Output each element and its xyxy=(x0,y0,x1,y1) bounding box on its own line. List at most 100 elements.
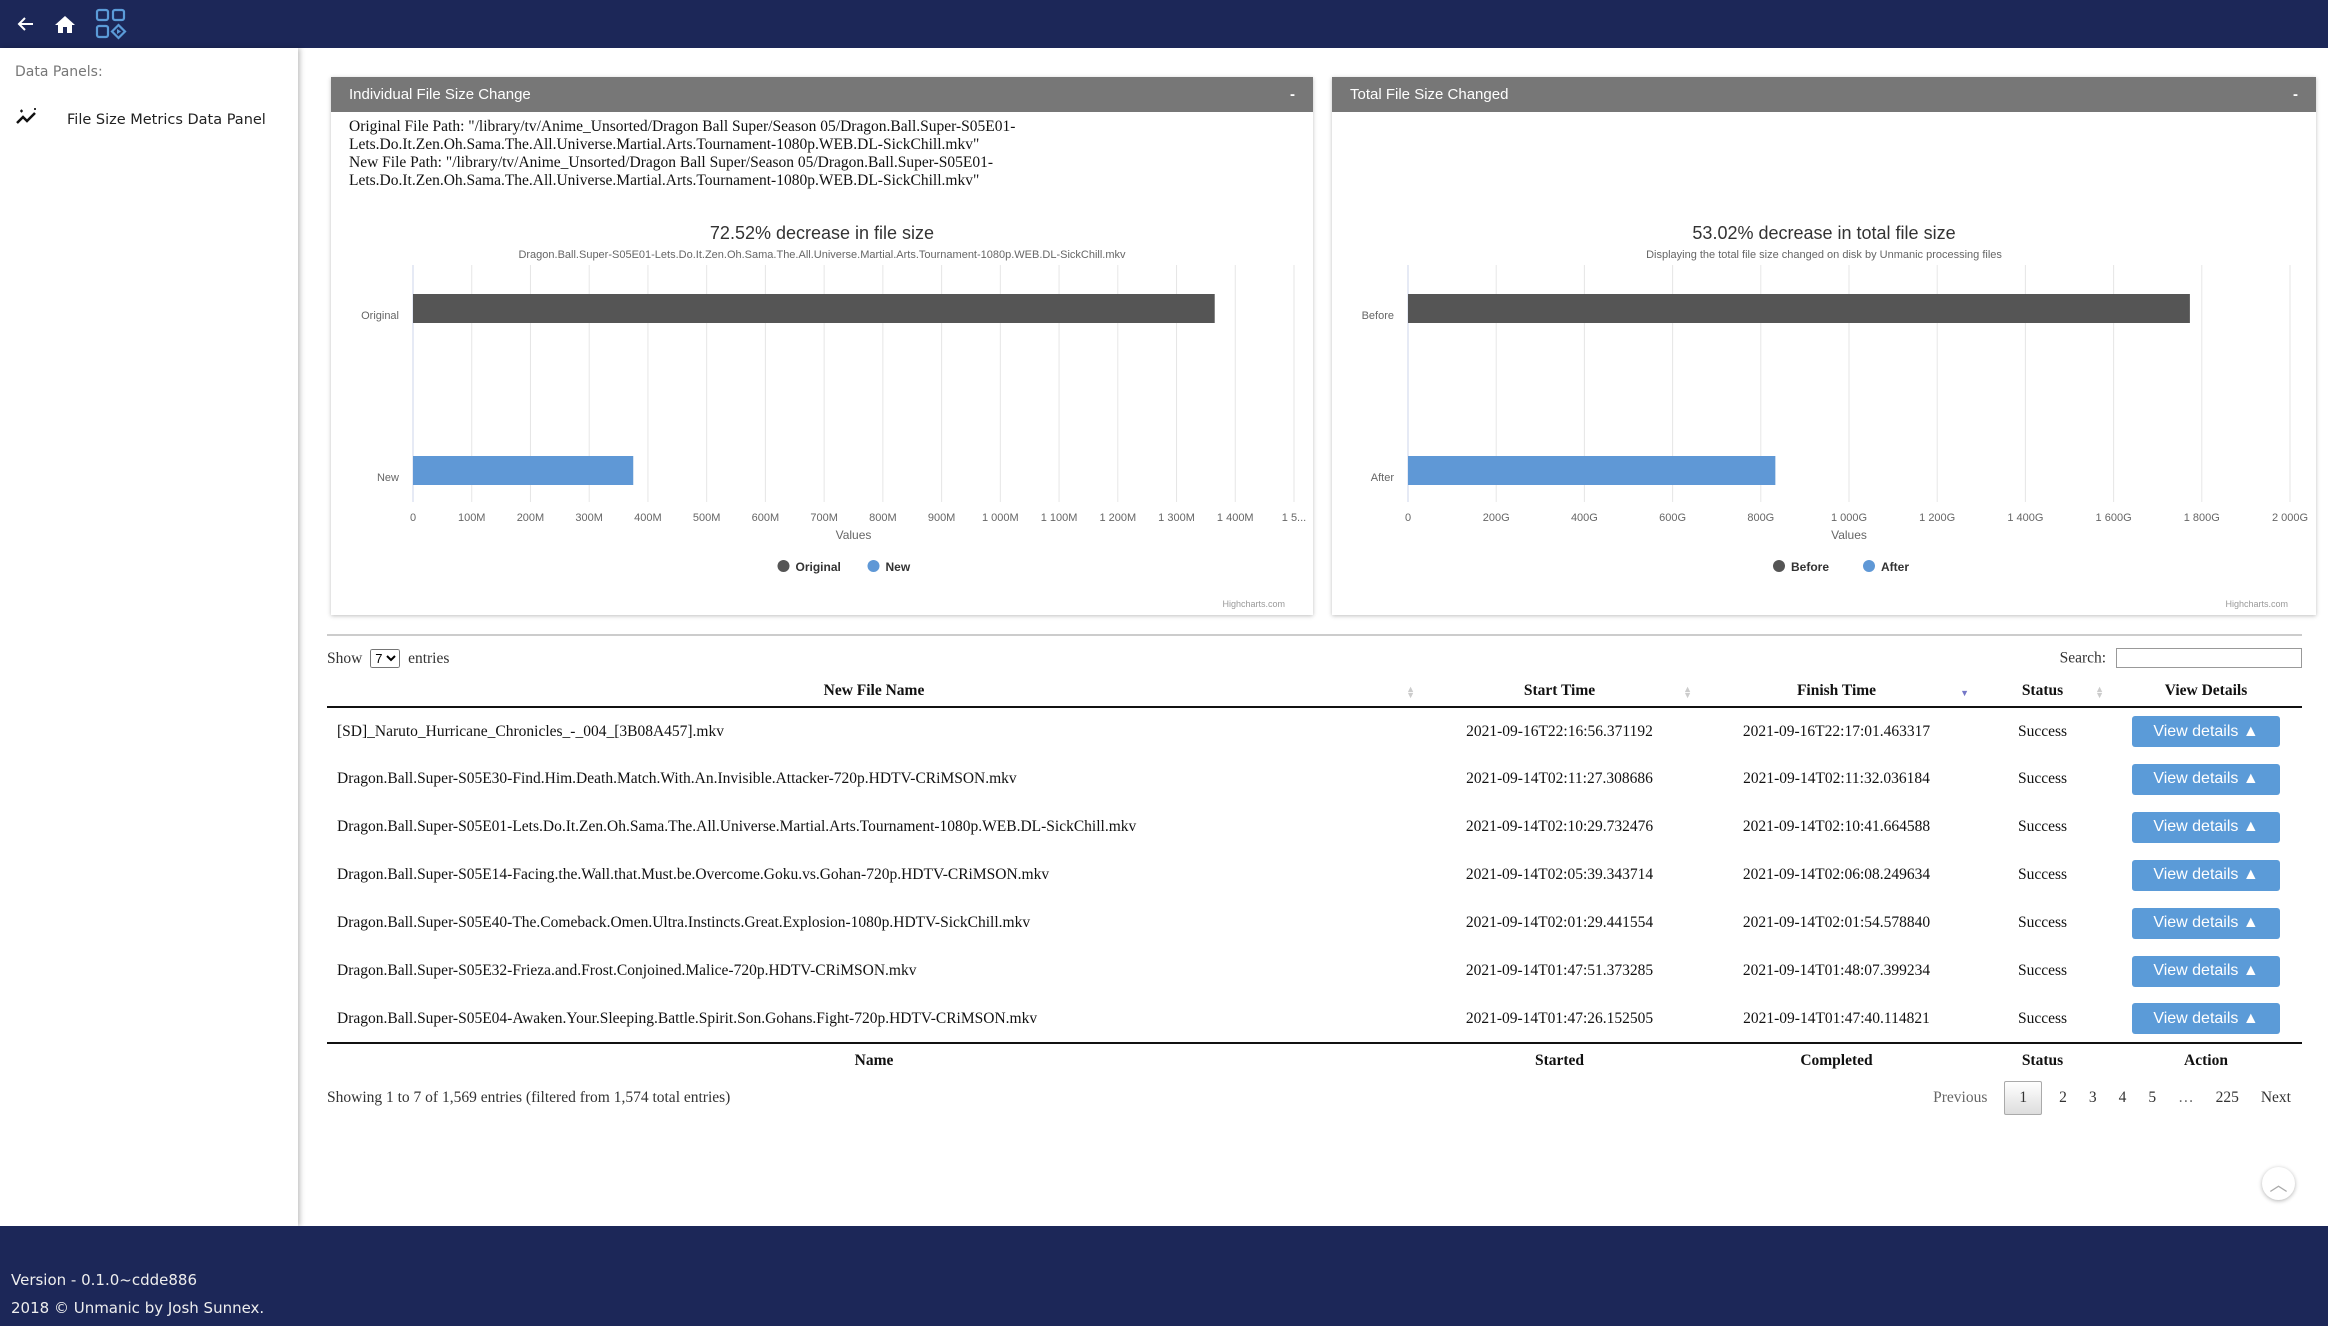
scroll-to-top-button[interactable]: ︿ xyxy=(2262,1167,2295,1200)
x-tick-label: 1 5... xyxy=(1282,512,1306,524)
bar-original[interactable] xyxy=(413,294,1215,323)
page-length-select[interactable]: 7 xyxy=(370,648,401,668)
legend-marker xyxy=(867,560,880,572)
total-file-size-panel: Total File Size Changed - 53.02% decreas… xyxy=(1332,77,2316,615)
search-input[interactable] xyxy=(2116,648,2302,668)
status-cell: Success xyxy=(2017,1009,2068,1027)
back-arrow-icon[interactable] xyxy=(16,14,36,34)
column-header-status[interactable]: Status ▲ ▼ xyxy=(1975,676,2110,708)
highcharts-credit[interactable]: Highcharts.com xyxy=(1222,599,1285,609)
legend-item-after[interactable]: After xyxy=(1881,560,1909,574)
action-cell: View details ▲ xyxy=(2110,755,2302,803)
entries-info: Showing 1 to 7 of 1,569 entries (filtere… xyxy=(327,1089,731,1106)
finish-time-cell: 2021-09-14T01:48:07.399234 xyxy=(1742,962,1931,979)
page-button-2[interactable]: 2 xyxy=(2048,1082,2078,1114)
action-cell: View details ▲ xyxy=(2110,995,2302,1043)
x-tick-label: 500M xyxy=(693,512,721,524)
view-details-button[interactable]: View details ▲ xyxy=(2132,811,2280,843)
panel-header: Total File Size Changed - xyxy=(1332,77,2316,112)
view-details-button[interactable]: View details ▲ xyxy=(2132,907,2280,939)
sort-desc-icon: ▼ xyxy=(1960,688,1969,698)
legend-marker xyxy=(777,560,790,572)
page-button-5[interactable]: 5 xyxy=(2137,1082,2167,1114)
table-row: Dragon.Ball.Super-S05E30-Find.Him.Death.… xyxy=(327,755,2302,803)
bar-new[interactable] xyxy=(413,456,634,485)
x-tick-label: 600M xyxy=(752,512,780,524)
next-page-button[interactable]: Next xyxy=(2250,1082,2302,1114)
sidebar-item-label: File Size Metrics Data Panel xyxy=(67,111,266,128)
finish-time-cell: 2021-09-16T22:17:01.463317 xyxy=(1742,722,1931,740)
previous-page-button[interactable]: Previous xyxy=(1922,1082,1998,1114)
minimize-button[interactable]: - xyxy=(1290,86,1295,103)
view-details-button[interactable]: View details ▲ xyxy=(2132,859,2280,891)
chart-plot: 0 100M 200M 300M 400M 500M 600M 700M 800M 900M 1 0… xyxy=(361,265,1306,574)
sidebar-section-label: Data Panels: xyxy=(15,64,103,80)
y-category-label: Original xyxy=(361,310,399,322)
page-length-control: Show 7 entries xyxy=(327,648,450,668)
history-table: New File Name ▲ ▼ Start Time ▲ ▼ Finish Time… xyxy=(327,676,2302,1077)
x-tick-label: 100M xyxy=(458,512,486,524)
divider xyxy=(327,634,2302,636)
x-tick-label: 1 800G xyxy=(2184,512,2220,524)
action-cell: View details ▲ xyxy=(2110,851,2302,899)
panel-title: Total File Size Changed xyxy=(1350,86,1509,103)
sidebar-item-file-size-metrics[interactable]: File Size Metrics Data Panel xyxy=(0,108,298,131)
legend-marker xyxy=(1773,560,1785,572)
status-cell: Success xyxy=(2017,770,2068,787)
column-header-new-file-name[interactable]: New File Name ▲ ▼ xyxy=(327,676,1421,708)
legend-item-original[interactable]: Original xyxy=(796,560,841,574)
page-button-225[interactable]: 225 xyxy=(2205,1082,2250,1114)
footer-column-started: Started xyxy=(1421,1042,1698,1077)
x-axis-title: Values xyxy=(836,528,872,542)
sort-icon: ▲ ▼ xyxy=(1406,684,1415,700)
x-tick-label: 1 400G xyxy=(2007,512,2043,524)
column-header-start-time[interactable]: Start Time ▲ ▼ xyxy=(1421,676,1698,708)
x-tick-label: 1 300M xyxy=(1158,512,1195,524)
home-icon[interactable] xyxy=(54,14,76,34)
view-details-button[interactable]: View details ▲ xyxy=(2132,1003,2280,1034)
action-cell: View details ▲ xyxy=(2110,947,2302,995)
pagination-ellipsis: … xyxy=(2178,1089,2194,1106)
table-info-bar: Showing 1 to 7 of 1,569 entries (filtere… xyxy=(327,1081,2302,1115)
header-label: Finish Time xyxy=(1796,682,1877,699)
entries-label: entries xyxy=(408,649,450,667)
status-cell: Success xyxy=(2017,962,2068,979)
legend-item-new[interactable]: New xyxy=(886,560,911,574)
file-name-cell: Dragon.Ball.Super-S05E14-Facing.the.Wall… xyxy=(337,866,1050,883)
x-tick-label: 800M xyxy=(869,512,897,524)
view-details-button[interactable]: View details ▲ xyxy=(2132,763,2280,795)
unmanic-logo-icon[interactable] xyxy=(94,7,128,41)
bar-before[interactable] xyxy=(1408,294,2190,323)
x-tick-label: 1 200M xyxy=(1099,512,1136,524)
page-button-4[interactable]: 4 xyxy=(2108,1082,2138,1114)
sidebar: Data Panels: File Size Metrics Data Pane… xyxy=(0,48,298,1226)
page-button-1[interactable]: 1 xyxy=(2004,1081,2043,1115)
view-details-button[interactable]: View details ▲ xyxy=(2132,716,2280,747)
x-tick-label: 0 xyxy=(1405,512,1411,524)
show-label: Show xyxy=(327,649,363,667)
table-row: Dragon.Ball.Super-S05E40-The.Comeback.Om… xyxy=(327,899,2302,947)
history-table-wrapper: Show 7 entries Search: New File Name ▲ ▼ S… xyxy=(327,634,2302,1115)
view-details-button[interactable]: View details ▲ xyxy=(2132,955,2280,987)
minimize-button[interactable]: - xyxy=(2293,86,2298,103)
individual-file-size-panel: Individual File Size Change - Original F… xyxy=(331,77,1313,615)
search-control: Search: xyxy=(2060,648,2302,668)
legend-item-before[interactable]: Before xyxy=(1791,560,1829,574)
page-button-3[interactable]: 3 xyxy=(2078,1082,2108,1114)
y-category-label: After xyxy=(1371,472,1395,484)
file-paths: Original File Path: "/library/tv/Anime_U… xyxy=(331,112,1313,196)
footer-column-name: Name xyxy=(327,1042,1421,1077)
start-time-cell: 2021-09-14T02:01:29.441554 xyxy=(1465,914,1654,931)
file-name-cell: Dragon.Ball.Super-S05E32-Frieza.and.Fros… xyxy=(337,962,917,979)
x-tick-label: 700M xyxy=(810,512,838,524)
new-file-path: New File Path: "/library/tv/Anime_Unsort… xyxy=(349,154,994,189)
x-tick-label: 1 200G xyxy=(1919,512,1955,524)
highcharts-credit[interactable]: Highcharts.com xyxy=(2225,599,2288,609)
column-header-finish-time[interactable]: Finish Time ▼ xyxy=(1698,676,1975,708)
main-content: Individual File Size Change - Original F… xyxy=(300,48,2328,1226)
header-label: Status xyxy=(2021,682,2064,699)
x-tick-label: 0 xyxy=(410,512,416,524)
table-row: Dragon.Ball.Super-S05E04-Awaken.Your.Sle… xyxy=(327,995,2302,1043)
start-time-cell: 2021-09-14T02:05:39.343714 xyxy=(1465,866,1654,883)
bar-after[interactable] xyxy=(1408,456,1776,485)
